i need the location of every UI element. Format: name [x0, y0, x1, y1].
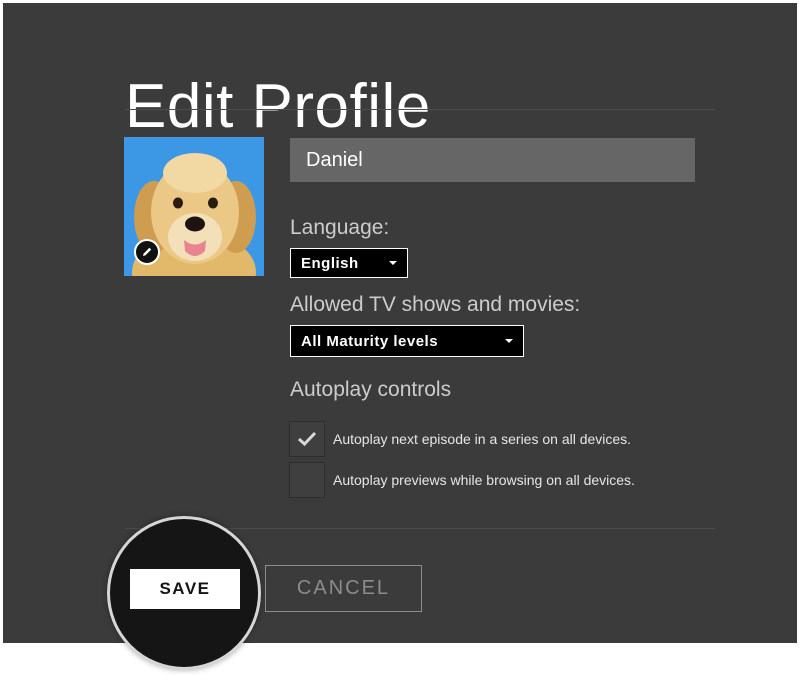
language-label: Language: — [290, 216, 390, 239]
profile-name-input[interactable] — [290, 138, 695, 182]
chevron-down-icon — [389, 261, 397, 265]
cancel-button[interactable]: CANCEL — [265, 565, 422, 612]
autoplay-next-episode-label: Autoplay next episode in a series on all… — [333, 431, 632, 447]
header-divider — [125, 109, 715, 110]
language-dropdown[interactable]: English — [290, 248, 408, 278]
maturity-selected: All Maturity levels — [301, 332, 439, 350]
page-title: Edit Profile — [125, 71, 431, 141]
maturity-label: Allowed TV shows and movies: — [290, 293, 581, 316]
language-selected: English — [301, 254, 359, 272]
save-button[interactable]: SAVE — [130, 569, 240, 609]
chevron-down-icon — [505, 339, 513, 343]
edit-avatar-button[interactable] — [134, 239, 160, 265]
autoplay-heading: Autoplay controls — [290, 378, 452, 401]
autoplay-previews-label: Autoplay previews while browsing on all … — [333, 472, 635, 488]
maturity-dropdown[interactable]: All Maturity levels — [290, 325, 524, 357]
autoplay-next-episode-checkbox[interactable] — [289, 421, 325, 457]
pencil-icon — [143, 247, 152, 256]
autoplay-previews-checkbox[interactable] — [289, 462, 325, 498]
checkmark-icon — [297, 431, 317, 447]
